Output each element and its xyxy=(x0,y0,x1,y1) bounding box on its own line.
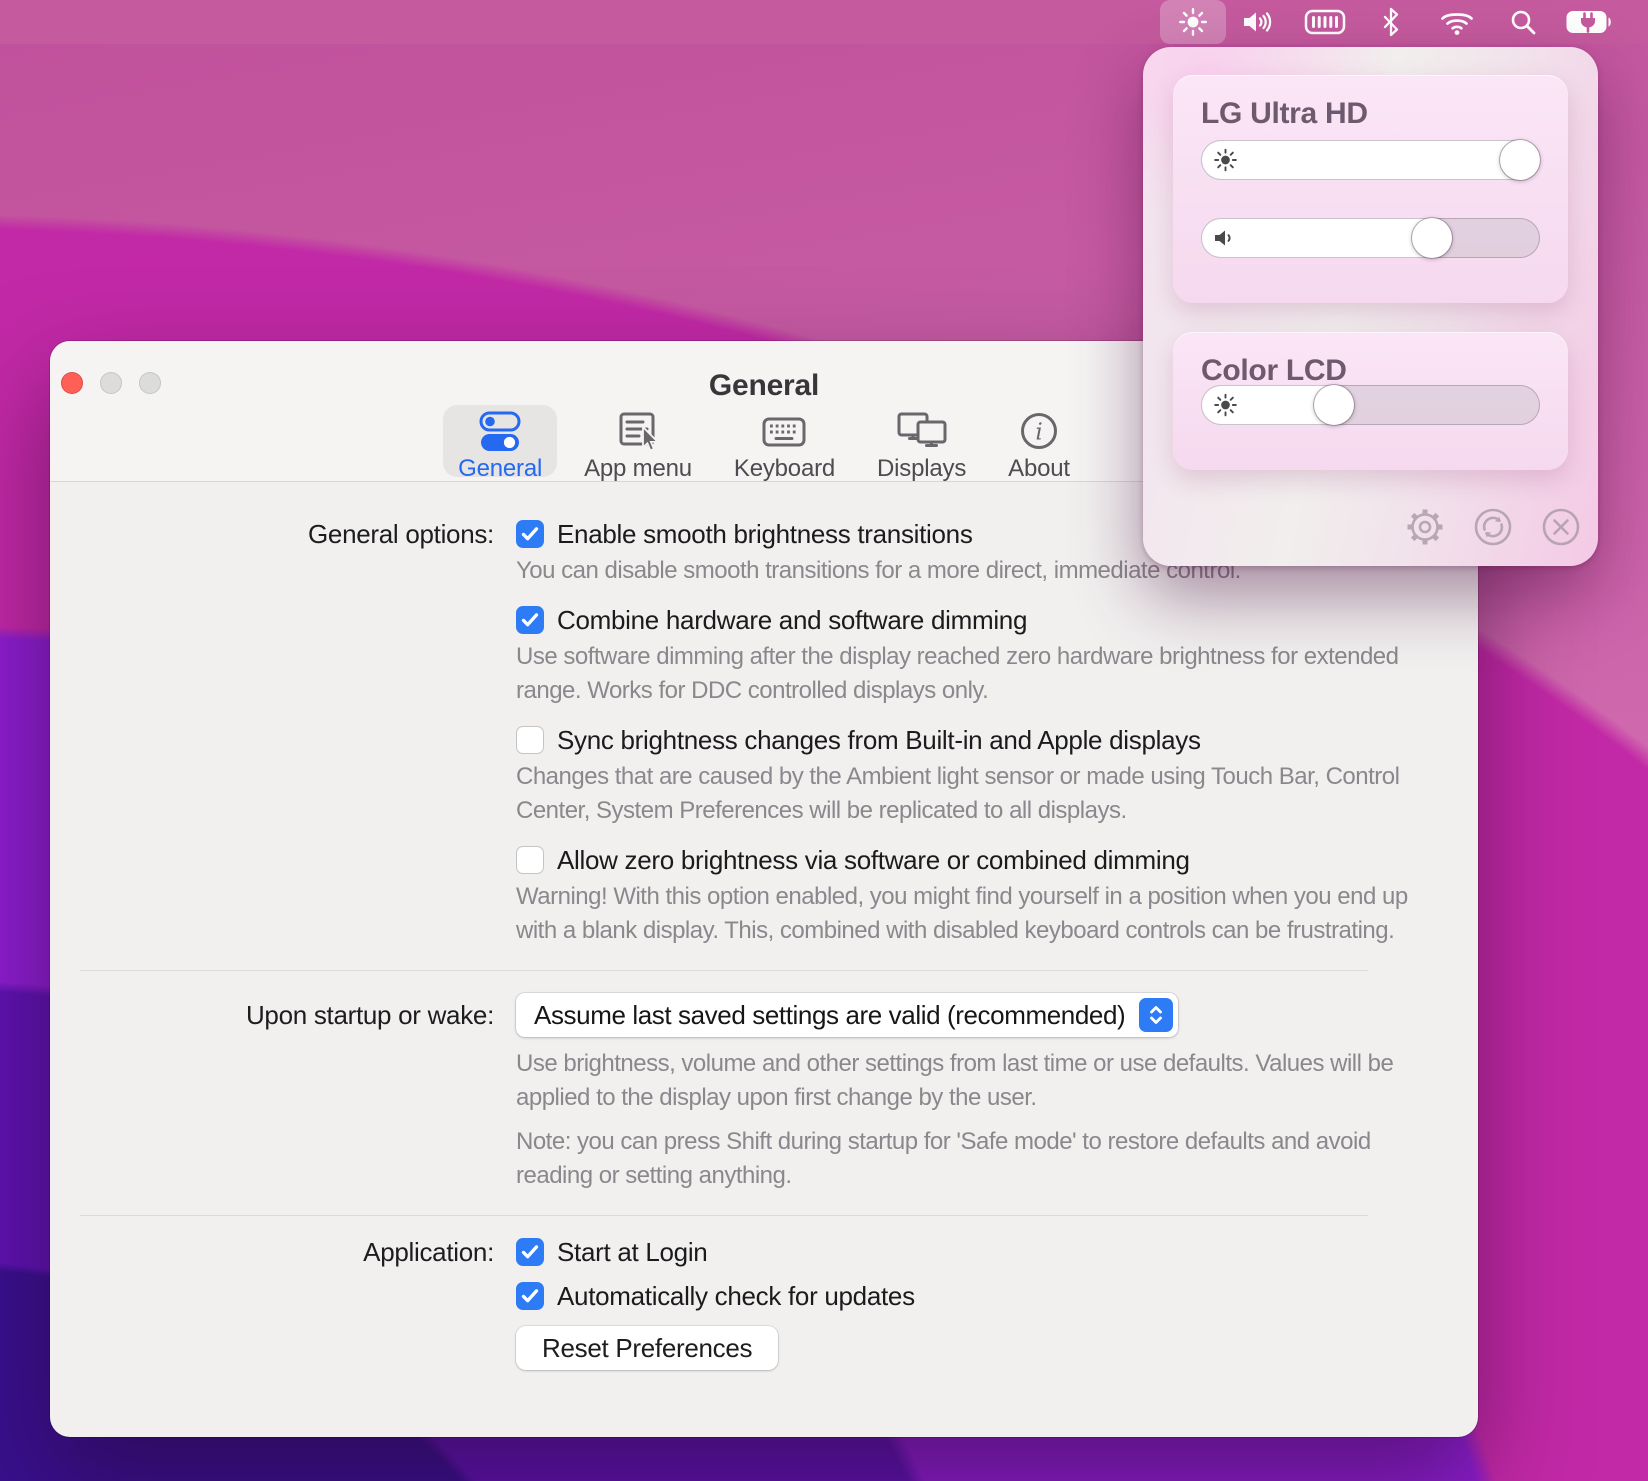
keyboard-brightness-icon xyxy=(1304,7,1346,37)
menu-bar xyxy=(0,0,1648,44)
brightness-icon xyxy=(1213,148,1238,173)
reset-preferences-button[interactable]: Reset Preferences xyxy=(516,1326,778,1370)
menubar-bluetooth-item[interactable] xyxy=(1358,0,1424,44)
battery-charging-icon xyxy=(1565,7,1613,37)
startup-mode-dropdown[interactable]: Assume last saved settings are valid (re… xyxy=(516,993,1178,1037)
checkbox-zero-brightness[interactable] xyxy=(516,846,544,874)
display-name: Color LCD xyxy=(1201,354,1347,388)
checkbox-combine-dimming[interactable] xyxy=(516,606,544,634)
info-icon: i xyxy=(1017,410,1061,454)
toggles-icon xyxy=(476,410,524,454)
slider-knob[interactable] xyxy=(1500,140,1540,180)
checkbox-label: Automatically check for updates xyxy=(557,1281,915,1312)
checkbox-smooth-transitions[interactable] xyxy=(516,520,544,548)
display-card-lg-ultra-hd: LG Ultra HD xyxy=(1173,75,1568,303)
option-description: Warning! With this option enabled, you m… xyxy=(516,880,1416,948)
tab-label: General xyxy=(458,455,542,483)
checkbox-label: Combine hardware and software dimming xyxy=(557,605,1027,636)
section-label: General options: xyxy=(50,520,494,548)
lcd-brightness-slider[interactable] xyxy=(1201,385,1540,425)
slider-knob[interactable] xyxy=(1412,218,1452,258)
menubar-search-item[interactable] xyxy=(1490,0,1556,44)
lg-volume-slider[interactable] xyxy=(1201,218,1540,258)
menubar-battery-item[interactable] xyxy=(1556,0,1622,44)
bluetooth-icon xyxy=(1381,7,1401,37)
startup-section: Upon startup or wake: Assume last saved … xyxy=(50,993,1478,1193)
section-divider xyxy=(80,970,1368,971)
dropdown-value: Assume last saved settings are valid (re… xyxy=(534,1000,1125,1031)
menubar-volume-item[interactable] xyxy=(1226,0,1292,44)
option-description: Changes that are caused by the Ambient l… xyxy=(516,760,1416,828)
checkbox-label: Enable smooth brightness transitions xyxy=(557,519,973,550)
tab-general[interactable]: General xyxy=(443,405,557,477)
tab-label: App menu xyxy=(584,455,692,483)
checkbox-label: Sync brightness changes from Built-in an… xyxy=(557,725,1201,756)
startup-note: Note: you can press Shift during startup… xyxy=(516,1125,1416,1193)
checkbox-auto-updates[interactable] xyxy=(516,1282,544,1310)
option-description: Use software dimming after the display r… xyxy=(516,640,1416,708)
displays-icon xyxy=(896,410,948,454)
chevron-up-down-icon xyxy=(1139,998,1173,1032)
section-label: Application: xyxy=(50,1238,494,1266)
wifi-icon xyxy=(1440,9,1474,36)
svg-text:i: i xyxy=(1035,420,1042,446)
option-item: Combine hardware and software dimming Us… xyxy=(516,606,1478,708)
checkbox-label: Start at Login xyxy=(557,1237,707,1268)
option-item: Sync brightness changes from Built-in an… xyxy=(516,726,1478,828)
checkbox-label: Allow zero brightness via software or co… xyxy=(557,845,1190,876)
brightness-icon xyxy=(1213,393,1238,418)
settings-gear-icon[interactable] xyxy=(1402,504,1448,550)
menubar-brightness-item[interactable] xyxy=(1160,0,1226,44)
tab-keyboard[interactable]: Keyboard xyxy=(719,405,850,477)
tab-displays[interactable]: Displays xyxy=(862,405,981,477)
general-options-section: General options: Enable smooth brightnes… xyxy=(50,520,1478,948)
display-card-color-lcd: Color LCD xyxy=(1173,332,1568,470)
search-icon xyxy=(1508,7,1538,37)
tab-label: Keyboard xyxy=(734,455,835,483)
application-section: Application: Start at Login Automaticall… xyxy=(50,1238,1478,1370)
menubar-keyboard-brightness-item[interactable] xyxy=(1292,0,1358,44)
option-item: Allow zero brightness via software or co… xyxy=(516,846,1478,948)
slider-knob[interactable] xyxy=(1314,385,1354,425)
section-label: Upon startup or wake: xyxy=(50,993,494,1029)
refresh-icon[interactable] xyxy=(1470,504,1516,550)
volume-icon xyxy=(1241,7,1277,37)
menubar-wifi-item[interactable] xyxy=(1424,0,1490,44)
brightness-icon xyxy=(1178,7,1208,37)
lg-brightness-slider[interactable] xyxy=(1201,140,1540,180)
close-icon[interactable] xyxy=(1538,504,1584,550)
section-divider xyxy=(80,1215,1368,1216)
brightness-popover: LG Ultra HD xyxy=(1143,47,1598,566)
checkbox-start-at-login[interactable] xyxy=(516,1238,544,1266)
tab-app-menu[interactable]: App menu xyxy=(569,405,707,477)
popover-footer xyxy=(1402,504,1584,550)
tab-label: Displays xyxy=(877,455,966,483)
checkbox-sync-brightness[interactable] xyxy=(516,726,544,754)
startup-description: Use brightness, volume and other setting… xyxy=(516,1047,1416,1115)
tab-about[interactable]: i About xyxy=(993,405,1085,477)
display-name: LG Ultra HD xyxy=(1201,97,1368,131)
settings-content: General options: Enable smooth brightnes… xyxy=(50,482,1478,1437)
tab-label: About xyxy=(1008,455,1070,483)
app-menu-icon xyxy=(614,410,662,454)
keyboard-icon xyxy=(760,410,808,454)
volume-icon xyxy=(1213,227,1239,249)
